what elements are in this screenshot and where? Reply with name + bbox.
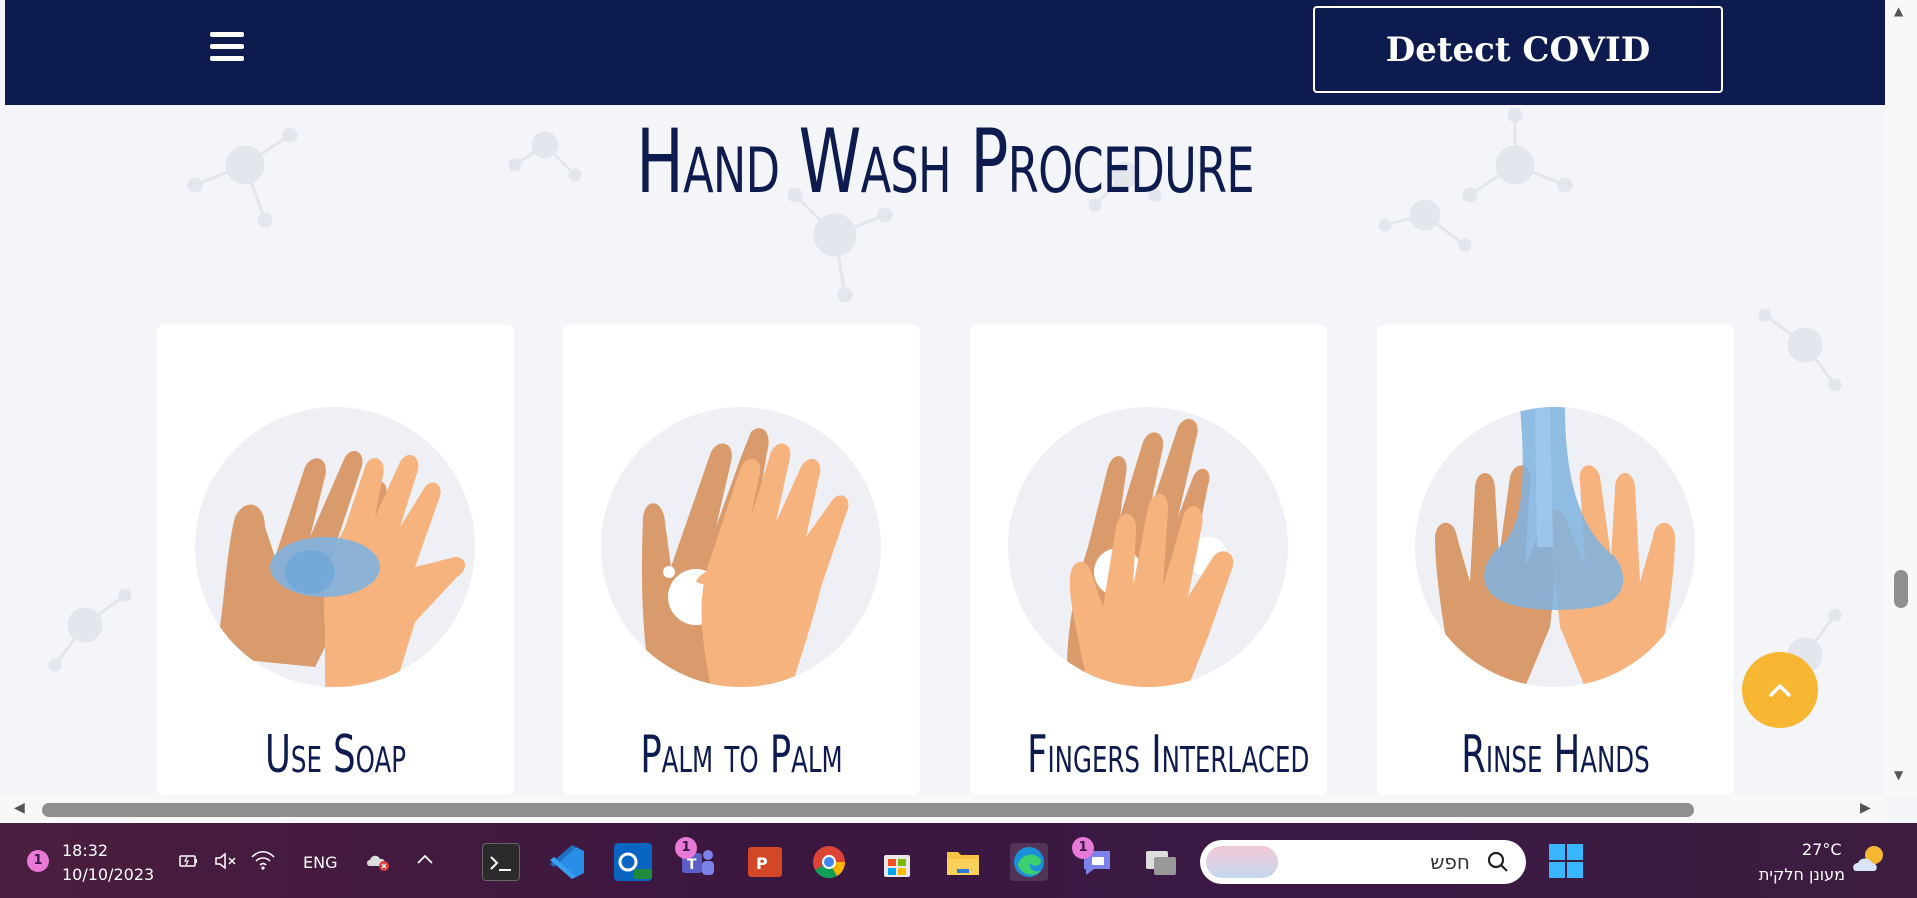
card-use-soap: Use Soap [157, 325, 514, 795]
wifi-icon[interactable] [250, 849, 276, 871]
horizontal-scrollbar[interactable]: ◀ ▶ [0, 795, 1885, 823]
scroll-up-arrow-icon[interactable]: ▲ [1894, 4, 1903, 18]
detect-covid-button[interactable]: Detect COVID [1313, 6, 1723, 93]
chat-badge: 1 [1072, 837, 1094, 859]
svg-text:T: T [687, 857, 697, 873]
scroll-down-arrow-icon[interactable]: ▼ [1894, 768, 1903, 782]
taskbar-search-box[interactable]: חפש [1200, 840, 1526, 884]
powerpoint-icon[interactable]: P [746, 843, 784, 881]
scroll-right-arrow-icon[interactable]: ▶ [1860, 800, 1871, 816]
outlook-new-icon[interactable] [614, 843, 652, 881]
file-explorer-icon[interactable] [944, 843, 982, 881]
battery-icon[interactable] [178, 851, 200, 871]
microsoft-store-icon[interactable] [878, 843, 916, 881]
terminal-icon[interactable] [482, 843, 520, 881]
svg-text:P: P [756, 854, 768, 873]
palm-to-palm-illustration [601, 407, 881, 687]
rinse-hands-illustration [1415, 407, 1695, 687]
scroll-left-arrow-icon[interactable]: ◀ [14, 800, 25, 816]
section-title: Hand Wash Procedure [636, 110, 1254, 213]
notification-badge[interactable]: 1 [27, 850, 49, 872]
horizontal-scroll-thumb[interactable] [42, 803, 1694, 817]
clock-time[interactable]: 18:32 [62, 841, 108, 860]
card-palm-to-palm: Palm to Palm [563, 325, 920, 795]
scroll-to-top-button[interactable] [1742, 652, 1818, 728]
card-label: Use Soap [265, 725, 406, 785]
fingers-interlaced-illustration [1008, 407, 1288, 687]
chevron-up-icon[interactable] [416, 852, 434, 866]
clock-date[interactable]: 10/10/2023 [62, 865, 154, 884]
vertical-scrollbar[interactable]: ▲ ▼ [1885, 0, 1917, 795]
windows-taskbar: 1 18:32 10/10/2023 ENG T 1 P 1 חפש 27°C … [0, 823, 1917, 898]
windows-start-icon[interactable] [1547, 842, 1585, 880]
volume-muted-icon[interactable] [214, 851, 238, 871]
partly-cloudy-icon[interactable] [1850, 841, 1890, 879]
chevron-up-icon [1769, 684, 1791, 697]
card-rinse-hands: Rinse Hands [1377, 325, 1734, 795]
teams-badge: 1 [675, 837, 697, 859]
search-highlight-image [1206, 846, 1278, 878]
chrome-icon[interactable] [810, 843, 848, 881]
edge-icon[interactable] [1010, 843, 1048, 881]
weather-description[interactable]: מעונן חלקית [1745, 865, 1845, 884]
search-icon [1487, 851, 1508, 872]
top-navbar: Detect COVID [5, 0, 1885, 105]
use-soap-illustration [195, 407, 475, 687]
language-indicator[interactable]: ENG [303, 853, 337, 872]
card-label: Fingers Interlaced [1027, 725, 1310, 785]
weather-temperature[interactable]: 27°C [1802, 840, 1842, 859]
task-view-icon[interactable] [1142, 843, 1180, 881]
browser-viewport: Detect COVID Hand Wash Procedure Use Soa… [0, 0, 1917, 823]
vscode-icon[interactable] [548, 843, 586, 881]
card-label: Rinse Hands [1461, 725, 1650, 785]
search-placeholder: חפש [1430, 850, 1470, 874]
onedrive-error-icon[interactable] [365, 850, 391, 872]
hamburger-menu-icon[interactable] [210, 32, 246, 68]
card-label: Palm to Palm [640, 725, 843, 785]
vertical-scroll-thumb[interactable] [1894, 570, 1908, 608]
card-fingers-interlaced: Fingers Interlaced [970, 325, 1327, 795]
